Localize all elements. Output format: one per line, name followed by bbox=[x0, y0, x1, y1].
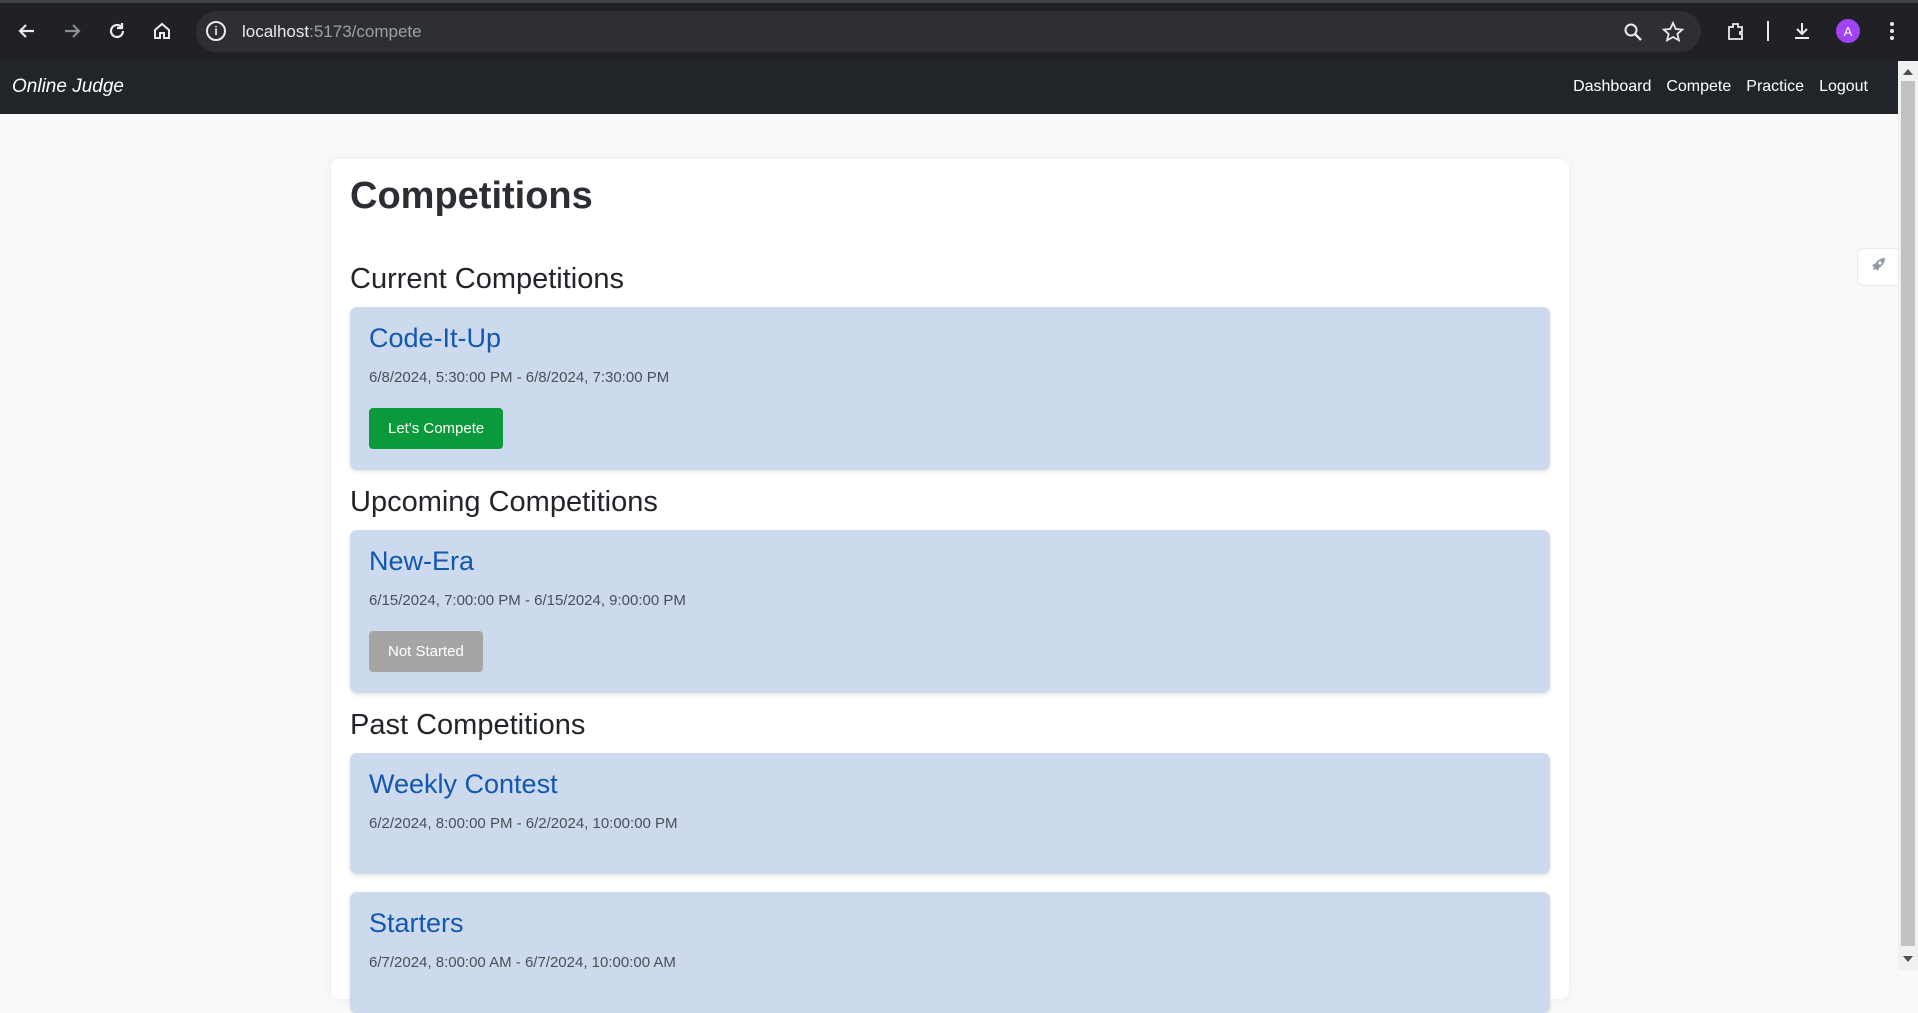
back-icon[interactable] bbox=[10, 14, 44, 48]
url-text[interactable]: localhost:5173/compete bbox=[242, 22, 422, 42]
nav-link-practice[interactable]: Practice bbox=[1746, 78, 1804, 96]
menu-kebab-icon[interactable] bbox=[1878, 17, 1906, 45]
nav-link-dashboard[interactable]: Dashboard bbox=[1573, 78, 1651, 96]
competitions-container: Competitions Current Competitions Code-I… bbox=[331, 159, 1569, 1013]
app-navbar: Online Judge Dashboard Compete Practice … bbox=[0, 61, 1898, 114]
competition-name[interactable]: Starters bbox=[369, 908, 464, 939]
section-title-upcoming: Upcoming Competitions bbox=[350, 486, 658, 518]
lets-compete-button[interactable]: Let's Compete bbox=[369, 408, 504, 449]
competition-dates: 6/2/2024, 8:00:00 PM - 6/2/2024, 10:00:0… bbox=[369, 815, 678, 832]
nav-link-compete[interactable]: Compete bbox=[1666, 78, 1731, 96]
competition-dates: 6/8/2024, 5:30:00 PM - 6/8/2024, 7:30:00… bbox=[369, 369, 670, 386]
extensions-icon[interactable] bbox=[1722, 17, 1750, 45]
competition-card: New-Era 6/15/2024, 7:00:00 PM - 6/15/202… bbox=[350, 530, 1550, 693]
reload-icon[interactable] bbox=[100, 14, 134, 48]
page-scrollbar[interactable] bbox=[1898, 61, 1918, 970]
home-icon[interactable] bbox=[145, 14, 179, 48]
forward-icon[interactable] bbox=[55, 14, 89, 48]
section-title-current: Current Competitions bbox=[350, 263, 624, 295]
site-info-icon[interactable]: i bbox=[206, 21, 226, 41]
profile-avatar[interactable]: A bbox=[1836, 19, 1860, 43]
bookmark-star-icon[interactable] bbox=[1660, 19, 1686, 45]
scroll-down-arrow-icon[interactable] bbox=[1903, 956, 1913, 962]
browser-toolbar: i localhost:5173/compete A bbox=[0, 0, 1918, 61]
competition-card: Starters 6/7/2024, 8:00:00 AM - 6/7/2024… bbox=[350, 892, 1550, 1013]
nav-links: Dashboard Compete Practice Logout bbox=[1573, 78, 1868, 96]
scrollbar-thumb[interactable] bbox=[1901, 81, 1915, 946]
not-started-button: Not Started bbox=[369, 631, 483, 672]
section-title-past: Past Competitions bbox=[350, 709, 586, 741]
address-bar[interactable]: i localhost:5173/compete bbox=[196, 11, 1701, 52]
nav-link-logout[interactable]: Logout bbox=[1819, 78, 1868, 96]
competition-dates: 6/7/2024, 8:00:00 AM - 6/7/2024, 10:00:0… bbox=[369, 954, 676, 971]
tab-strip-edge bbox=[0, 0, 1918, 3]
competition-card: Code-It-Up 6/8/2024, 5:30:00 PM - 6/8/20… bbox=[350, 307, 1550, 470]
zoom-icon[interactable] bbox=[1620, 19, 1646, 45]
competition-name[interactable]: Code-It-Up bbox=[369, 323, 501, 354]
rocket-icon bbox=[1869, 256, 1887, 279]
download-icon[interactable] bbox=[1788, 17, 1816, 45]
floating-extension-widget[interactable] bbox=[1857, 248, 1898, 286]
brand-logo[interactable]: Online Judge bbox=[12, 76, 124, 98]
page-title: Competitions bbox=[350, 175, 593, 217]
toolbar-separator bbox=[1767, 21, 1769, 41]
competition-name[interactable]: Weekly Contest bbox=[369, 769, 558, 800]
competition-name[interactable]: New-Era bbox=[369, 546, 474, 577]
scroll-up-arrow-icon[interactable] bbox=[1903, 69, 1913, 75]
competition-dates: 6/15/2024, 7:00:00 PM - 6/15/2024, 9:00:… bbox=[369, 592, 686, 609]
competition-card: Weekly Contest 6/2/2024, 8:00:00 PM - 6/… bbox=[350, 753, 1550, 874]
